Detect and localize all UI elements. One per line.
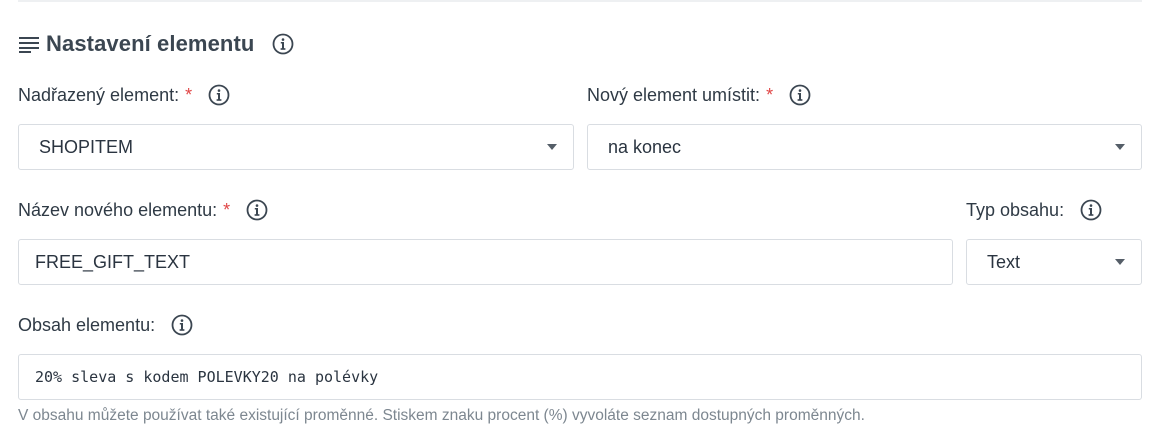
- element-name-label: Název nového elementu:: [18, 199, 218, 220]
- chevron-down-icon: [1115, 144, 1125, 150]
- info-icon[interactable]: [208, 84, 230, 106]
- content-type-select[interactable]: Text: [966, 239, 1142, 285]
- lines-icon: [18, 35, 40, 53]
- info-icon[interactable]: [246, 199, 268, 221]
- element-content-value: 20% sleva s kodem POLEVKY20 na polévky: [35, 368, 379, 386]
- content-type-label-row: Typ obsahu:: [966, 197, 1102, 223]
- info-icon[interactable]: [171, 314, 193, 336]
- section-title: Nastavení elementu: [46, 31, 255, 56]
- placement-label-row: Nový element umístit: *: [587, 82, 811, 108]
- element-name-value: FREE_GIFT_TEXT: [35, 251, 191, 272]
- element-settings-panel: Nastavení elementu Nadřazený element: *: [0, 0, 1162, 427]
- required-mark: *: [185, 84, 193, 105]
- section-header: Nastavení elementu: [18, 28, 294, 60]
- parent-element-label-row: Nadřazený element: *: [18, 82, 230, 108]
- content-type-value: Text: [987, 251, 1021, 272]
- element-name-label-row: Název nového elementu: *: [18, 197, 268, 223]
- parent-element-select[interactable]: SHOPITEM: [18, 124, 574, 170]
- required-mark: *: [223, 199, 231, 220]
- top-divider: [18, 0, 1142, 2]
- element-content-input[interactable]: 20% sleva s kodem POLEVKY20 na polévky: [18, 354, 1142, 400]
- info-icon[interactable]: [1080, 199, 1102, 221]
- chevron-down-icon: [547, 144, 557, 150]
- element-content-help: V obsahu můžete používat také existující…: [18, 407, 865, 424]
- info-icon[interactable]: [789, 84, 811, 106]
- parent-element-label: Nadřazený element:: [18, 84, 180, 105]
- placement-value: na konec: [608, 136, 682, 157]
- element-name-input[interactable]: FREE_GIFT_TEXT: [18, 239, 953, 285]
- parent-element-value: SHOPITEM: [39, 136, 134, 157]
- content-type-label: Typ obsahu:: [966, 199, 1065, 220]
- placement-label: Nový element umístit:: [587, 84, 761, 105]
- element-content-label: Obsah elementu:: [18, 314, 156, 335]
- info-icon[interactable]: [272, 33, 294, 55]
- element-content-label-row: Obsah elementu:: [18, 312, 193, 338]
- required-mark: *: [766, 84, 774, 105]
- placement-select[interactable]: na konec: [587, 124, 1142, 170]
- chevron-down-icon: [1115, 259, 1125, 265]
